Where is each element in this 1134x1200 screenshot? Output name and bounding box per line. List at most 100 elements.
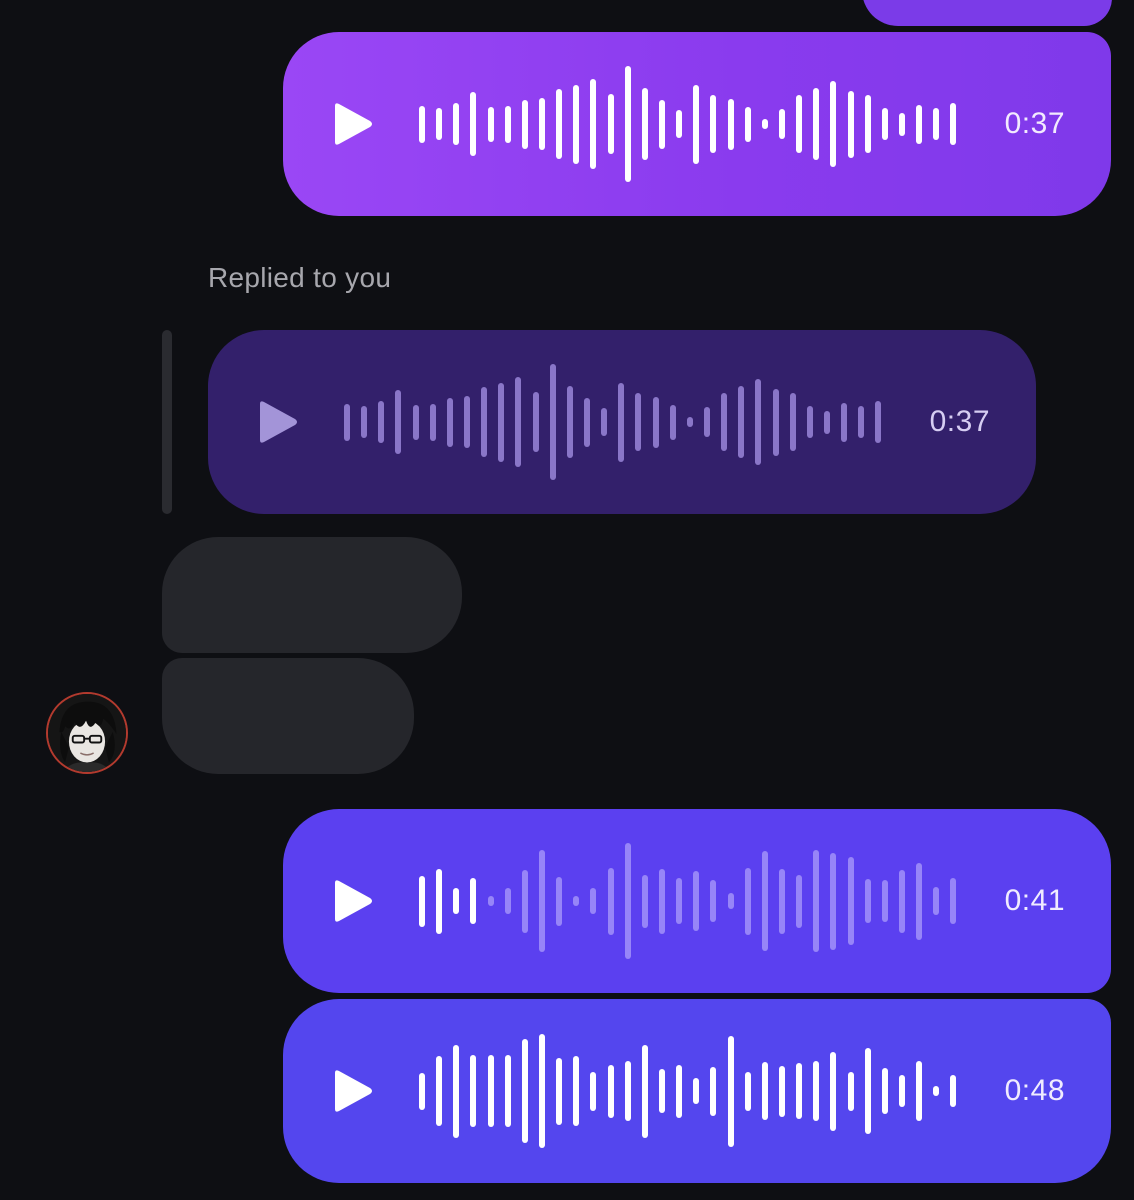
waveform-bar (573, 896, 580, 906)
waveform-bar (830, 1051, 837, 1131)
waveform-bar (744, 106, 751, 142)
voice-duration: 0:37 (929, 405, 990, 438)
avatar-icon (48, 694, 126, 772)
incoming-message-bubble[interactable] (162, 658, 414, 774)
waveform-bar (607, 1064, 614, 1118)
waveform-bar (590, 888, 597, 914)
waveform-bar (950, 878, 957, 924)
waveform-bar (652, 396, 659, 448)
waveform-bar (950, 103, 957, 145)
voice-duration: 0:48 (1004, 1074, 1065, 1107)
waveform-bar (556, 1057, 563, 1125)
previous-voice-message-bubble[interactable] (862, 0, 1112, 26)
waveform-bar (470, 878, 477, 924)
waveform-bar (453, 103, 460, 145)
chat-thread: 0:37 Replied to you 0:37 0:41 0:48 (0, 0, 1134, 1200)
waveform-bar (487, 106, 494, 142)
audio-waveform[interactable] (419, 836, 957, 966)
waveform-bar (744, 1071, 751, 1111)
avatar[interactable] (46, 692, 128, 774)
waveform-bar (658, 1069, 665, 1113)
waveform-bar (676, 110, 683, 138)
waveform-bar (710, 1066, 717, 1116)
waveform-bar (830, 81, 837, 167)
waveform-bar (710, 95, 717, 153)
waveform-bar (778, 109, 785, 139)
waveform-bar (761, 119, 768, 129)
waveform-bar (538, 98, 545, 150)
waveform-bar (658, 99, 665, 149)
waveform-bar (556, 876, 563, 926)
waveform-bar (607, 94, 614, 154)
audio-waveform[interactable] (419, 1026, 957, 1156)
waveform-bar (755, 379, 762, 465)
waveform-bar (566, 386, 573, 458)
waveform-bar (573, 1056, 580, 1126)
waveform-bar (796, 1063, 803, 1119)
waveform-bar (710, 880, 717, 922)
waveform-bar (864, 879, 871, 923)
waveform-bar (453, 888, 460, 914)
waveform-bar (573, 84, 580, 164)
waveform-bar (761, 851, 768, 951)
waveform-bar (950, 1075, 957, 1107)
waveform-bar (624, 843, 631, 959)
waveform-bar (635, 393, 642, 451)
waveform-bar (590, 1071, 597, 1111)
waveform-bar (436, 868, 443, 934)
waveform-bar (624, 66, 631, 182)
waveform-bar (693, 871, 700, 931)
incoming-message-bubble[interactable] (162, 537, 462, 653)
waveform-bar (727, 893, 734, 909)
play-button[interactable] (331, 102, 375, 146)
play-button[interactable] (331, 879, 375, 923)
waveform-bar (641, 88, 648, 160)
waveform-bar (676, 878, 683, 924)
waveform-bar (864, 1048, 871, 1134)
voice-message-outgoing[interactable]: 0:41 (283, 809, 1111, 993)
waveform-bar (933, 108, 940, 140)
play-icon (335, 103, 372, 145)
reply-indicator-bar (162, 330, 172, 514)
waveform-bar (504, 105, 511, 143)
voice-duration: 0:41 (1004, 884, 1065, 917)
waveform-bar (378, 401, 385, 443)
waveform-bar (881, 880, 888, 922)
waveform-bar (916, 104, 923, 144)
play-button[interactable] (331, 1069, 375, 1113)
waveform-bar (618, 382, 625, 462)
waveform-bar (727, 1035, 734, 1147)
voice-message-outgoing[interactable]: 0:48 (283, 999, 1111, 1183)
audio-waveform[interactable] (419, 59, 957, 189)
waveform-bar (658, 868, 665, 934)
waveform-bar (847, 857, 854, 945)
play-button[interactable] (256, 400, 300, 444)
waveform-bar (429, 403, 436, 441)
waveform-bar (436, 1056, 443, 1126)
audio-waveform[interactable] (344, 357, 882, 487)
voice-duration: 0:37 (1004, 107, 1065, 140)
waveform-bar (778, 868, 785, 934)
waveform-bar (470, 1055, 477, 1127)
quoted-voice-message[interactable]: 0:37 (208, 330, 1036, 514)
waveform-bar (772, 388, 779, 456)
waveform-bar (641, 1044, 648, 1138)
waveform-bar (898, 869, 905, 933)
waveform-bar (436, 108, 443, 140)
waveform-bar (583, 397, 590, 447)
waveform-bar (463, 396, 470, 448)
waveform-bar (532, 392, 539, 452)
waveform-bar (933, 1086, 940, 1096)
waveform-bar (538, 1034, 545, 1148)
waveform-bar (738, 386, 745, 458)
waveform-bar (538, 850, 545, 952)
waveform-bar (916, 862, 923, 940)
waveform-bar (703, 407, 710, 437)
waveform-bar (641, 874, 648, 928)
waveform-bar (881, 108, 888, 140)
waveform-bar (813, 850, 820, 952)
waveform-bar (858, 406, 865, 438)
waveform-bar (481, 387, 488, 457)
waveform-bar (419, 1072, 425, 1110)
voice-message-outgoing[interactable]: 0:37 (283, 32, 1111, 216)
